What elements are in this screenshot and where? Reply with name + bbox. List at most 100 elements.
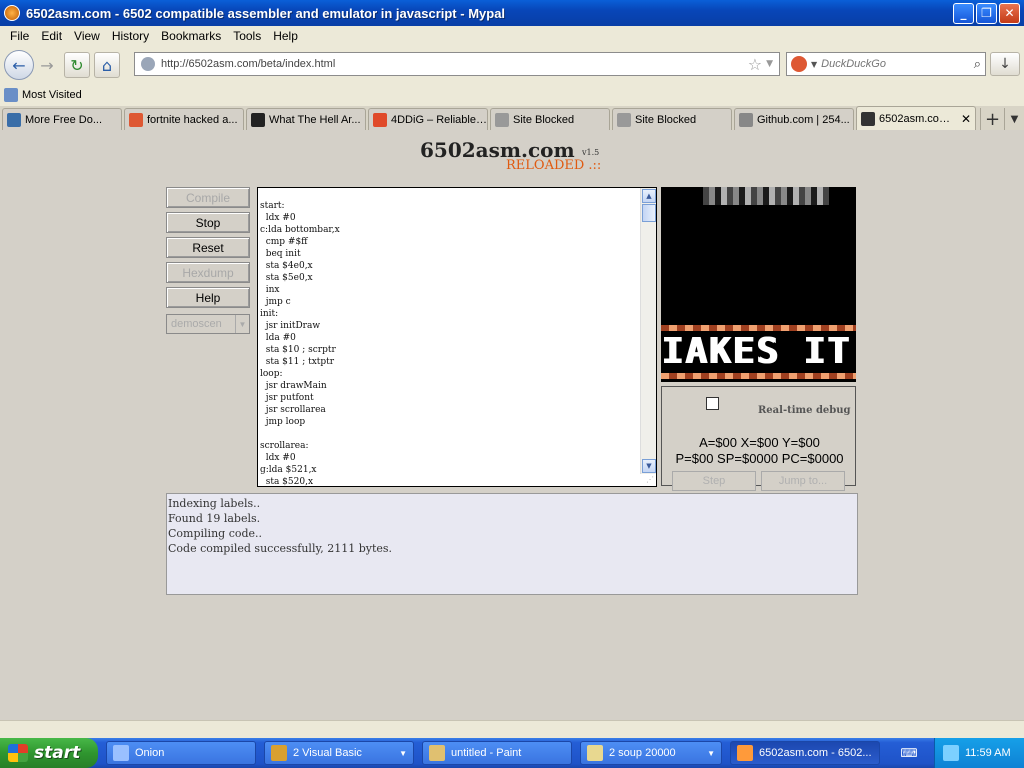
tab-3[interactable]: 4DDiG – Reliable ... (368, 108, 488, 130)
screen-color-band-bottom (661, 373, 856, 379)
realtime-debug-checkbox[interactable] (706, 397, 719, 410)
new-tab-button[interactable]: + (980, 108, 1004, 130)
realtime-debug-label: Real-time debug (758, 405, 851, 416)
tab-strip: More Free Do... fortnite hacked a... What … (0, 106, 1024, 130)
jump-to-button[interactable]: Jump to... (761, 471, 845, 491)
screen-noise-bar (703, 187, 829, 205)
menu-bookmarks[interactable]: Bookmarks (155, 29, 227, 43)
network-icon[interactable] (943, 745, 959, 761)
taskbar-button-label: Onion (135, 747, 165, 759)
restore-button[interactable]: ❐ (976, 2, 997, 24)
reset-button[interactable]: Reset (166, 237, 250, 258)
tab-label: More Free Do... (25, 113, 103, 126)
tab-label: 4DDiG – Reliable ... (391, 113, 487, 126)
scrollbar-thumb[interactable] (642, 204, 656, 222)
compile-button[interactable]: Compile (166, 187, 250, 208)
tab-favicon-icon (495, 112, 509, 127)
most-visited-icon (4, 88, 18, 102)
logo-reloaded: RELOADED .:: (506, 158, 602, 173)
clock[interactable]: 11:59 AM (965, 747, 1011, 759)
search-engine-dropdown-icon[interactable]: ▼ (811, 60, 817, 69)
step-button[interactable]: Step (672, 471, 756, 491)
bookmark-star-icon[interactable]: ☆ (748, 55, 762, 74)
tab-5[interactable]: Site Blocked (612, 108, 732, 130)
scroll-down-icon[interactable]: ▼ (642, 459, 656, 473)
stop-button[interactable]: Stop (166, 212, 250, 233)
menu-bar: File Edit View History Bookmarks Tools H… (0, 26, 1024, 46)
taskbar-button-label: untitled - Paint (451, 747, 522, 759)
tab-2[interactable]: What The Hell Ar... (246, 108, 366, 130)
window-title: 6502asm.com - 6502 compatible assembler … (26, 5, 506, 21)
menu-help[interactable]: Help (267, 29, 304, 43)
forward-button[interactable]: → (34, 52, 60, 78)
search-bar[interactable]: ▼ ⌕ (786, 52, 986, 76)
tab-7[interactable]: 6502asm.com... ✕ (856, 106, 976, 130)
search-icon[interactable]: ⌕ (974, 57, 981, 72)
hexdump-button[interactable]: Hexdump (166, 262, 250, 283)
tab-0[interactable]: More Free Do... (2, 108, 122, 130)
reload-button[interactable]: ↻ (64, 52, 90, 78)
demo-select-value: demoscen (171, 318, 222, 330)
close-window-button[interactable]: ✕ (999, 2, 1020, 24)
tab-favicon-icon (7, 112, 21, 127)
keyboard-icon[interactable]: ⌨ (898, 745, 920, 761)
console-line: Compiling code.. (168, 527, 263, 540)
tab-6[interactable]: Github.com | 254... (734, 108, 854, 130)
taskbar-button-2[interactable]: untitled - Paint (422, 741, 572, 765)
close-tab-icon[interactable]: ✕ (961, 112, 971, 126)
tab-label: Site Blocked (635, 113, 697, 126)
menu-tools[interactable]: Tools (227, 29, 267, 43)
globe-icon (141, 57, 155, 71)
mypal-app-icon[interactable] (4, 5, 20, 21)
tab-1[interactable]: fortnite hacked a... (124, 108, 244, 130)
bookmark-most-visited[interactable]: Most Visited (22, 89, 82, 101)
tab-favicon-icon (861, 111, 875, 126)
taskbar-group-dropdown-icon[interactable]: ▼ (399, 749, 407, 758)
editor-scrollbar[interactable]: ▲ ▼ (640, 188, 656, 474)
page-content: 6502asm.com v1.5 RELOADED .:: Compile St… (0, 130, 1024, 720)
tab-label: Github.com | 254... (757, 113, 850, 126)
navigation-toolbar: ← → ↻ ⌂ http://6502asm.com/beta/index.ht… (0, 46, 1024, 84)
console-line: Code compiled successfully, 2111 bytes. (168, 542, 393, 555)
downloads-button[interactable]: ↓ (990, 52, 1020, 76)
taskbar-button-3[interactable]: 2 soup 20000 ▼ (580, 741, 722, 765)
menu-view[interactable]: View (68, 29, 106, 43)
back-button[interactable]: ← (4, 50, 34, 80)
registers-line-1: A=$00 X=$00 Y=$00 (699, 435, 820, 450)
taskbar-button-1[interactable]: 2 Visual Basic ▼ (264, 741, 414, 765)
url-dropdown-icon[interactable]: ▼ (766, 59, 773, 69)
minimize-button[interactable]: _ (953, 2, 974, 24)
menu-edit[interactable]: Edit (35, 29, 68, 43)
chevron-down-icon[interactable]: ▼ (235, 315, 249, 333)
list-all-tabs-icon[interactable]: ▼ (1004, 108, 1024, 130)
tab-favicon-icon (251, 112, 265, 127)
demo-select[interactable]: demoscen ▼ (166, 314, 250, 334)
taskbar-app-icon (429, 745, 445, 761)
taskbar-button-label: 2 Visual Basic (293, 747, 362, 759)
tab-favicon-icon (617, 112, 631, 127)
scroll-up-icon[interactable]: ▲ (642, 189, 656, 203)
taskbar-app-icon (113, 745, 129, 761)
taskbar-button-4[interactable]: 6502asm.com - 6502... (730, 741, 880, 765)
windows-logo-icon (8, 744, 28, 762)
console-line: Indexing labels.. (168, 497, 261, 510)
browser-status-bar (0, 720, 1024, 738)
taskbar-button-0[interactable]: Onion (106, 741, 256, 765)
resize-grip-icon[interactable]: ⋰ (646, 475, 654, 484)
url-text[interactable]: http://6502asm.com/beta/index.html (161, 58, 748, 70)
search-input[interactable] (821, 58, 962, 70)
duckduckgo-icon[interactable] (791, 56, 807, 72)
start-label: start (34, 743, 81, 763)
code-text[interactable]: start: ldx #0 c:lda bottombar,x cmp #$ff… (258, 188, 656, 486)
menu-file[interactable]: File (4, 29, 35, 43)
logo-version: v1.5 (582, 148, 600, 157)
code-editor[interactable]: start: ldx #0 c:lda bottombar,x cmp #$ff… (257, 187, 657, 487)
taskbar-group-dropdown-icon[interactable]: ▼ (707, 749, 715, 758)
start-button[interactable]: start (0, 738, 98, 768)
taskbar-app-icon (587, 745, 603, 761)
home-button[interactable]: ⌂ (94, 52, 120, 78)
address-bar[interactable]: http://6502asm.com/beta/index.html ☆ ▼ (134, 52, 780, 76)
menu-history[interactable]: History (106, 29, 155, 43)
help-button[interactable]: Help (166, 287, 250, 308)
tab-4[interactable]: Site Blocked (490, 108, 610, 130)
